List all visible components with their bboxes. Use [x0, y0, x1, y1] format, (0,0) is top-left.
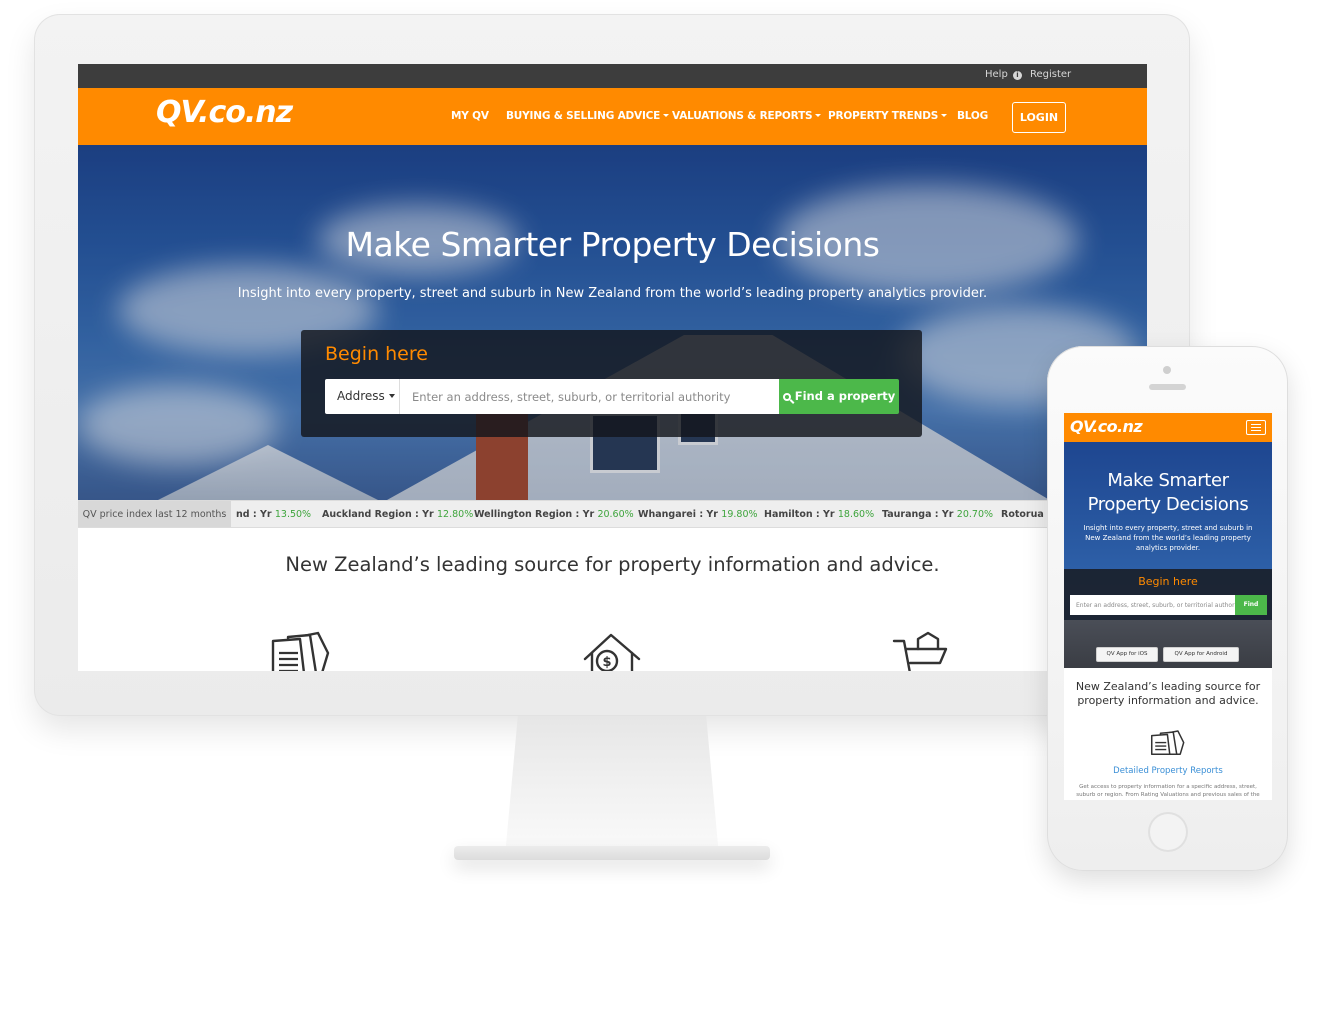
ticker-item[interactable]: Hamilton : Yr 18.60%	[764, 509, 874, 520]
documents-icon[interactable]	[270, 631, 332, 671]
help-link[interactable]: Help i	[985, 69, 1022, 80]
search-type-dropdown[interactable]: Address	[325, 379, 400, 414]
monitor-base	[454, 846, 770, 860]
mobile-hero: Make Smarter Property Decisions Insight …	[1064, 442, 1272, 668]
phone-camera	[1163, 366, 1171, 374]
phone-speaker	[1149, 384, 1186, 390]
mobile-documents-icon[interactable]	[1150, 726, 1186, 758]
ticker-item[interactable]: nd : Yr 13.50%	[236, 509, 311, 520]
ticker-item[interactable]: Rotorua :	[1001, 509, 1051, 520]
hero-overlay	[78, 145, 1147, 500]
main-navbar: QV.co.nz MY QV BUYING & SELLING ADVICE V…	[78, 88, 1147, 145]
house-dollar-icon[interactable]: $	[581, 631, 643, 671]
ticker-label: QV price index last 12 months	[78, 501, 231, 527]
nav-blog[interactable]: BLOG	[957, 110, 988, 122]
caret-down-icon	[815, 114, 822, 117]
cart-house-icon[interactable]	[892, 631, 954, 671]
find-property-button[interactable]: Find a property	[779, 379, 899, 414]
menu-bar	[1251, 430, 1261, 431]
mobile-hero-title: Make Smarter Property Decisions	[1087, 470, 1249, 515]
hamburger-menu-icon[interactable]	[1246, 420, 1266, 435]
qv-logo[interactable]: QV.co.nz	[156, 95, 293, 130]
phone-home-button	[1148, 812, 1188, 852]
hero-section: Make Smarter Property Decisions Insight …	[78, 145, 1147, 500]
search-icon	[782, 393, 791, 401]
menu-bar	[1251, 427, 1261, 428]
desktop-screen: Help i Register QV.co.nz MY QV BUYING & …	[78, 64, 1147, 671]
ticker-item[interactable]: Tauranga : Yr 20.70%	[882, 509, 993, 520]
begin-here-heading: Begin here	[325, 343, 428, 365]
ticker-item[interactable]: Wellington Region : Yr 20.60%	[474, 509, 634, 520]
nav-buying-selling-advice[interactable]: BUYING & SELLING ADVICE	[506, 110, 670, 122]
nav-my-qv[interactable]: MY QV	[451, 110, 489, 122]
register-link[interactable]: Register	[1030, 69, 1071, 80]
caret-down-icon	[663, 114, 670, 117]
mobile-screen: QV.co.nz Make Smarter Property Decisions…	[1064, 413, 1272, 800]
mobile-navbar: QV.co.nz	[1064, 413, 1272, 442]
nav-valuations-reports[interactable]: VALUATIONS & REPORTS	[672, 110, 822, 122]
ticker-item[interactable]: Whangarei : Yr 19.80%	[638, 509, 758, 520]
mobile-hero-subtitle: Insight into every property, street and …	[1083, 524, 1253, 552]
mobile-address-search-input[interactable]	[1070, 595, 1235, 615]
feature-description: Get access to property information for a…	[1076, 784, 1260, 798]
mobile-search-panel: Begin here Find QV App for iOS QV App fo…	[1064, 569, 1272, 668]
mobile-find-button[interactable]: Find	[1235, 595, 1267, 615]
utility-bar: Help i Register	[78, 64, 1147, 88]
mobile-leading-source-heading: New Zealand’s leading source for propert…	[1075, 680, 1261, 707]
info-icon: i	[1013, 71, 1022, 80]
ios-app-button[interactable]: QV App for iOS	[1096, 647, 1158, 662]
mobile-qv-logo[interactable]: QV.co.nz	[1070, 417, 1143, 436]
login-button[interactable]: LOGIN	[1012, 102, 1066, 133]
android-app-button[interactable]: QV App for Android	[1163, 647, 1239, 662]
detailed-property-reports-link[interactable]: Detailed Property Reports	[1064, 766, 1272, 776]
search-panel: Begin here Address Find a property	[301, 330, 922, 437]
hero-subtitle: Insight into every property, street and …	[237, 286, 988, 301]
caret-down-icon	[941, 114, 948, 117]
leading-source-heading: New Zealand’s leading source for propert…	[285, 553, 940, 576]
nav-property-trends[interactable]: PROPERTY TRENDS	[828, 110, 948, 122]
svg-text:$: $	[602, 655, 611, 670]
caret-down-icon	[388, 394, 395, 398]
ticker-item[interactable]: Auckland Region : Yr 12.80%	[322, 509, 473, 520]
address-search-input[interactable]	[400, 379, 779, 414]
price-index-ticker: QV price index last 12 months nd : Yr 13…	[78, 500, 1147, 528]
menu-bar	[1251, 424, 1261, 425]
hero-title: Make Smarter Property Decisions	[345, 225, 880, 264]
mobile-begin-here: Begin here	[1138, 575, 1198, 588]
monitor-stand	[505, 716, 719, 856]
